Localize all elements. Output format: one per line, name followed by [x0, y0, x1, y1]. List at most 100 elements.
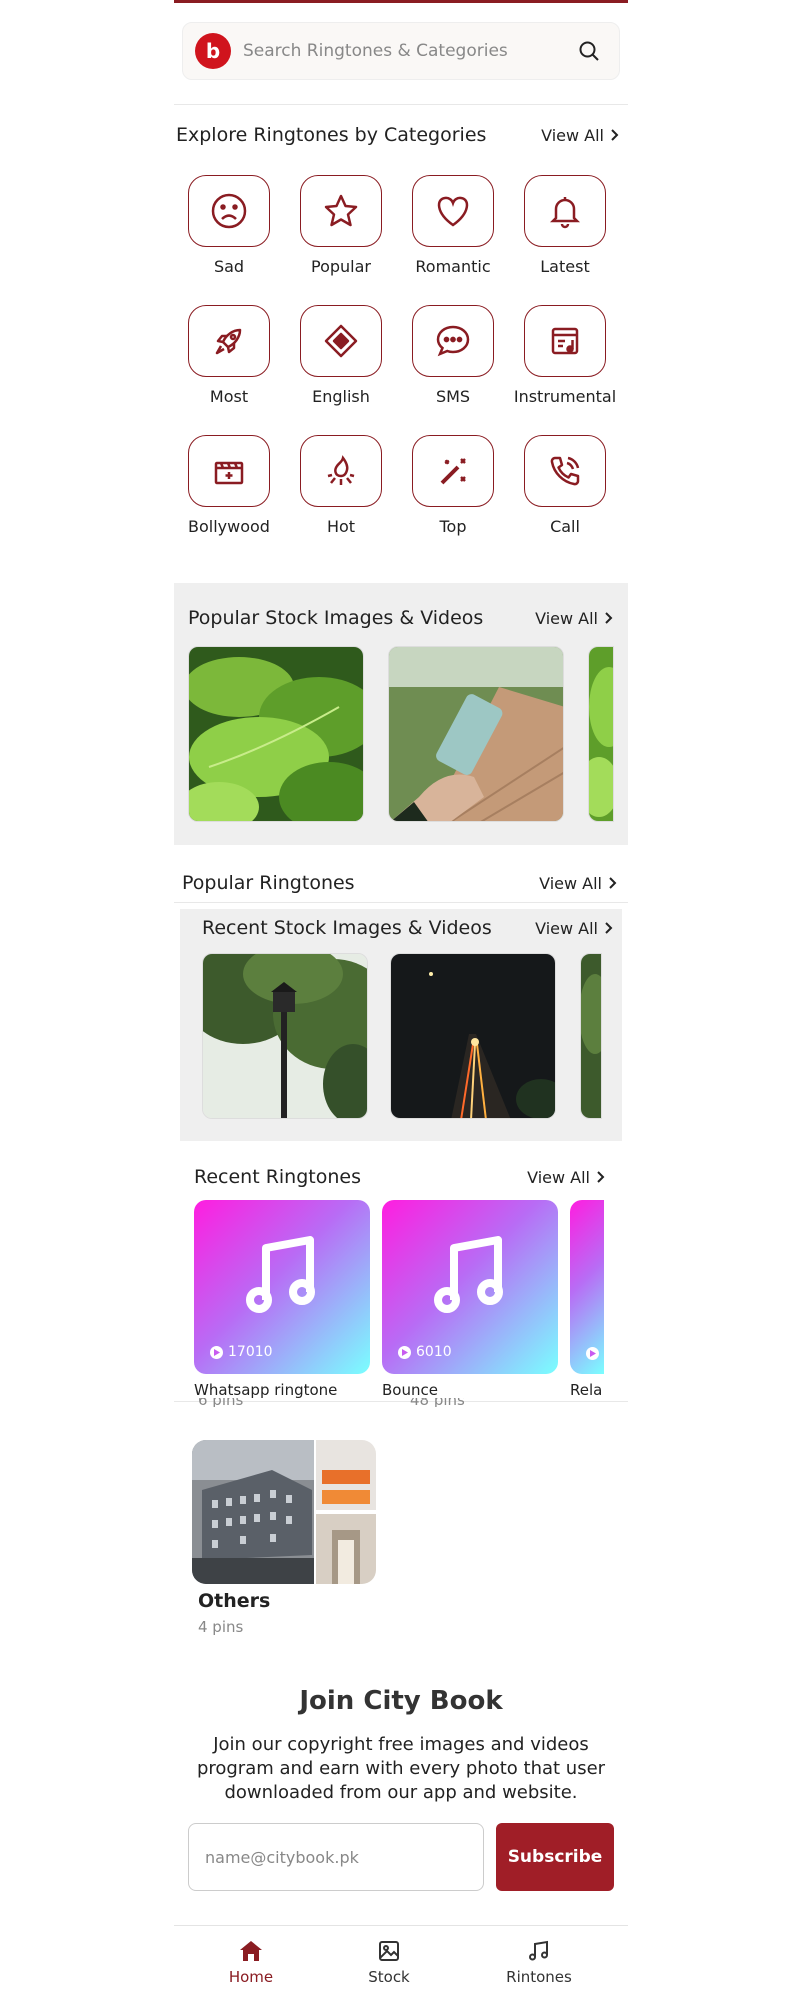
stock-thumbnail-lamp[interactable] — [202, 953, 368, 1119]
stock-thumbnail-night-road[interactable] — [390, 953, 556, 1119]
category-instrumental[interactable]: Instrumental — [510, 305, 620, 406]
ringtone-card[interactable]: 17010 — [194, 1200, 370, 1374]
category-icon-box — [300, 435, 382, 507]
category-label: English — [312, 387, 370, 406]
category-icon-box — [524, 305, 606, 377]
category-label: Romantic — [415, 257, 491, 276]
recent-stock-header: Recent Stock Images & Videos View All — [202, 917, 614, 939]
recent-ringtones-header: Recent Ringtones View All — [194, 1166, 606, 1188]
recent-stock-panel: Recent Stock Images & Videos View All — [180, 909, 622, 1141]
view-all-link[interactable]: View All — [541, 126, 620, 145]
diamond-direction-icon — [324, 324, 358, 358]
play-count: 6010 — [398, 1344, 452, 1360]
ringtone-name: Whatsapp ringtone — [194, 1381, 338, 1399]
category-most[interactable]: Most — [174, 305, 284, 406]
section-title: Popular Ringtones — [182, 872, 355, 894]
category-call[interactable]: Call — [510, 435, 620, 536]
play-icon — [210, 1345, 223, 1359]
clapperboard-icon — [214, 461, 244, 485]
category-top[interactable]: Top — [398, 435, 508, 536]
category-label: Popular — [311, 257, 371, 276]
category-label: Instrumental — [513, 387, 617, 406]
nav-label: Rintones — [506, 1968, 572, 1986]
view-all-link[interactable]: View All — [527, 1168, 606, 1187]
category-label: Latest — [540, 257, 590, 276]
play-icon — [398, 1345, 411, 1359]
image-icon — [379, 1941, 399, 1961]
bell-icon — [549, 197, 581, 229]
section-title: Popular Stock Images & Videos — [188, 607, 484, 629]
nav-home[interactable]: Home — [196, 1938, 306, 1986]
category-icon-box — [412, 435, 494, 507]
popular-stock-header: Popular Stock Images & Videos View All — [188, 607, 614, 629]
category-hot[interactable]: Hot — [286, 435, 396, 536]
category-label: SMS — [435, 387, 471, 406]
category-icon-box — [188, 305, 270, 377]
view-all-link[interactable]: View All — [535, 609, 614, 628]
app-screen: b Search Ringtones & Categories Explore … — [174, 0, 628, 2000]
ringtone-card[interactable] — [570, 1200, 604, 1374]
stock-thumbnail-leaves[interactable] — [188, 646, 364, 822]
music-note-icon — [246, 1236, 315, 1313]
category-popular[interactable]: Popular — [286, 175, 396, 276]
nav-label: Home — [228, 1968, 274, 1986]
section-title: Recent Ringtones — [194, 1166, 361, 1188]
play-count — [586, 1347, 599, 1360]
category-latest[interactable]: Latest — [510, 175, 620, 276]
section-title: Recent Stock Images & Videos — [202, 917, 492, 939]
category-romantic[interactable]: Romantic — [398, 175, 508, 276]
play-icon — [586, 1347, 599, 1360]
star-icon — [324, 194, 358, 227]
category-bollywood[interactable]: Bollywood — [174, 435, 284, 536]
subscribe-button[interactable]: Subscribe — [496, 1823, 614, 1891]
stock-thumbnail-partial[interactable] — [580, 953, 602, 1119]
section-title: Explore Ringtones by Categories — [176, 124, 487, 146]
join-description: Join our copyright free images and video… — [196, 1734, 606, 1803]
stock-thumbnail-phone[interactable] — [388, 646, 564, 822]
nav-stock[interactable]: Stock — [334, 1938, 444, 1986]
category-label: Hot — [326, 517, 356, 536]
phone-icon — [550, 456, 580, 486]
nav-label: Stock — [368, 1968, 410, 1986]
category-icon-box — [188, 175, 270, 247]
rocket-icon — [215, 328, 242, 355]
category-english[interactable]: English — [286, 305, 396, 406]
category-icon-box — [412, 305, 494, 377]
view-all-link[interactable]: View All — [535, 919, 614, 938]
chat-bubble-icon — [436, 325, 470, 357]
play-count: 17010 — [210, 1344, 273, 1360]
divider — [174, 104, 628, 105]
others-collage[interactable] — [192, 1440, 376, 1584]
category-icon-box — [300, 305, 382, 377]
join-title: Join City Book — [299, 1686, 503, 1716]
magic-wand-icon — [440, 458, 466, 485]
categories-header: Explore Ringtones by Categories View All — [176, 124, 620, 146]
email-input[interactable]: name@citybook.pk — [188, 1823, 484, 1891]
ringtone-name: Rela — [570, 1381, 603, 1399]
popular-ringtones-header: Popular Ringtones View All — [182, 872, 618, 894]
category-sms[interactable]: SMS — [398, 305, 508, 406]
view-all-link[interactable]: View All — [539, 874, 618, 893]
category-icon-box — [524, 175, 606, 247]
search-bar[interactable]: b Search Ringtones & Categories — [182, 22, 620, 80]
category-icon-box — [524, 435, 606, 507]
ringtone-card[interactable]: 6010 — [382, 1200, 558, 1374]
nav-ringtones[interactable]: Rintones — [484, 1938, 594, 1986]
collection-pins: 4 pins — [198, 1618, 244, 1636]
music-note-icon — [529, 1940, 548, 1961]
app-logo: b — [195, 33, 231, 69]
home-icon — [240, 1941, 262, 1961]
fire-icon — [327, 455, 355, 485]
category-icon-box — [188, 435, 270, 507]
stock-thumbnail-partial[interactable] — [588, 646, 614, 822]
pins-count-clipped: 6 pins — [198, 1398, 244, 1407]
category-label: Top — [439, 517, 467, 536]
collection-name: Others — [198, 1590, 271, 1612]
category-sad[interactable]: Sad — [174, 175, 284, 276]
search-icon[interactable] — [569, 31, 609, 71]
ringtone-name: Bounce — [382, 1381, 438, 1399]
top-accent-line — [174, 0, 628, 3]
divider — [174, 902, 628, 903]
search-input[interactable]: Search Ringtones & Categories — [243, 41, 569, 61]
sad-face-icon — [211, 193, 247, 229]
